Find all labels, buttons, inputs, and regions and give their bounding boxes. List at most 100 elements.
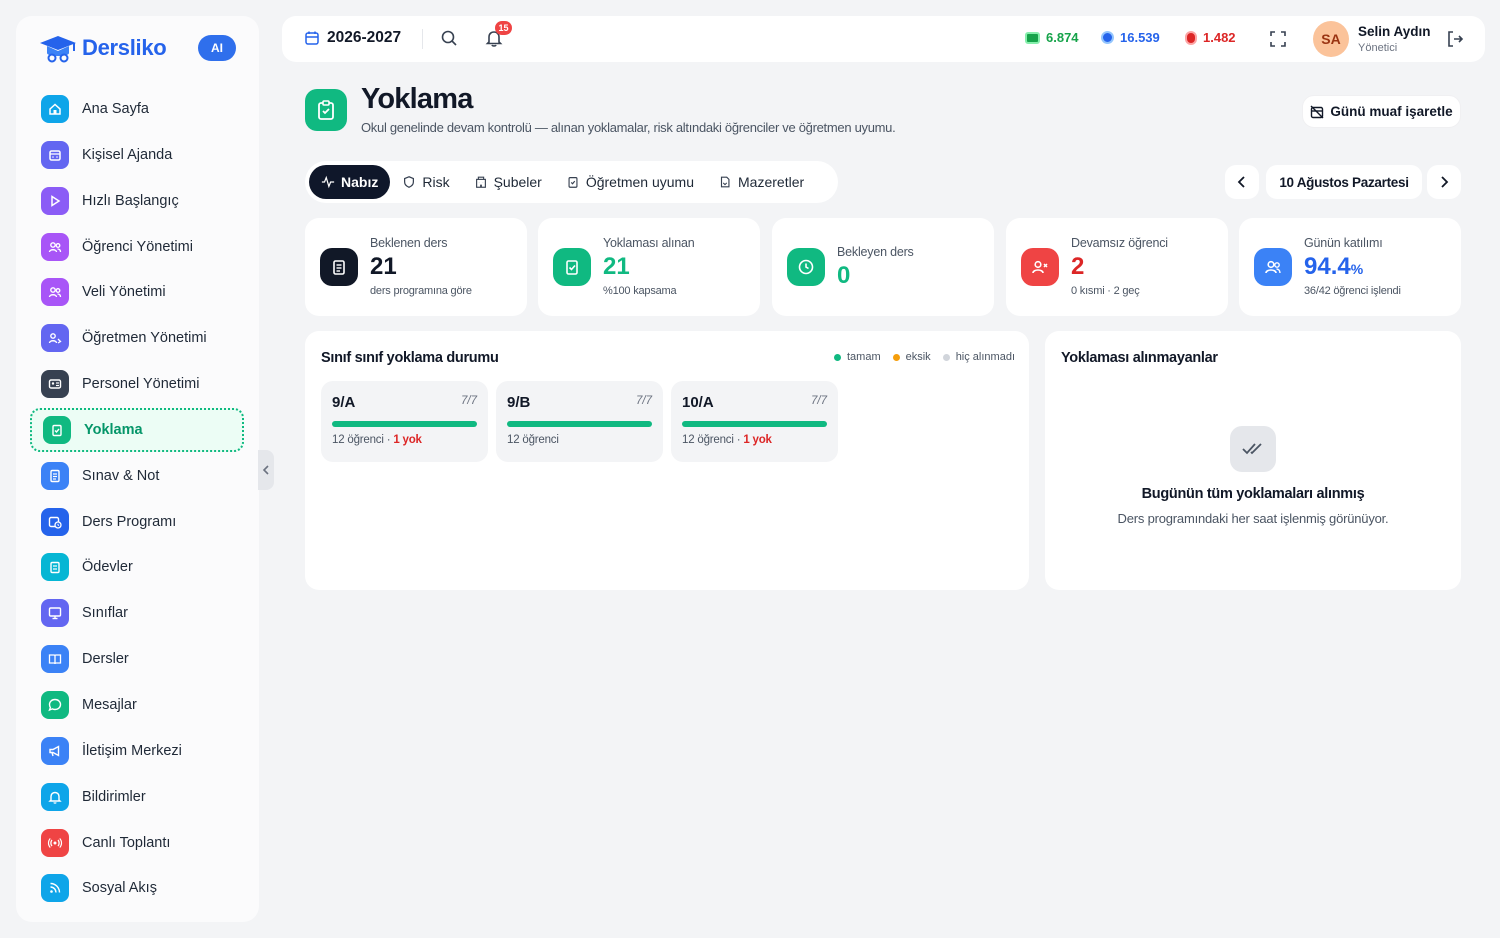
current-date-button[interactable]: 10 Ağustos Pazartesi — [1266, 165, 1422, 199]
kpi-card-1: Yoklaması alınan 21 %100 kapsama — [538, 218, 760, 316]
class-absent: 1 yok — [393, 434, 422, 446]
sidebar-item-label: Sosyal Akış — [82, 880, 157, 897]
class-name: 10/A — [682, 394, 714, 411]
sidebar-item-8[interactable]: Sınav & Not — [30, 454, 244, 498]
notification-count-badge: 15 — [495, 21, 512, 35]
class-absent: 1 yok — [743, 434, 772, 446]
sidebar-item-14[interactable]: İletişim Merkezi — [30, 729, 244, 773]
logo[interactable]: Dersliko — [38, 33, 167, 63]
tab-label: Şubeler — [493, 174, 542, 190]
sidebar-item-label: Yoklama — [84, 421, 143, 438]
tab-2[interactable]: Şubeler — [462, 165, 554, 199]
sidebar-item-label: Canlı Toplantı — [82, 834, 171, 851]
sidebar-item-10[interactable]: Ödevler — [30, 545, 244, 589]
sidebar-item-label: Mesajlar — [82, 696, 137, 713]
stat-gems[interactable]: 16.539 — [1098, 28, 1160, 47]
sidebar-item-label: Sınıflar — [82, 605, 128, 622]
tab-label: Risk — [422, 174, 450, 190]
kpi-number: 21 — [370, 253, 397, 280]
sidebar-item-16[interactable]: Canlı Toplantı — [30, 821, 244, 865]
kpi-number: 0 — [837, 262, 851, 289]
sidebar-item-7[interactable]: Yoklama — [30, 407, 244, 452]
previous-day-button[interactable] — [1225, 165, 1259, 199]
clipboard-check-icon — [318, 100, 334, 120]
sidebar: Dersliko AI Ana Sayfa Kişisel Ajanda Hızlı… — [16, 16, 259, 922]
stat-money[interactable]: 6.874 — [1025, 30, 1079, 45]
sidebar-item-12[interactable]: Dersler — [30, 637, 244, 681]
sidebar-collapse-handle[interactable] — [258, 450, 274, 490]
tab-0[interactable]: Nabız — [309, 165, 391, 199]
next-day-button[interactable] — [1427, 165, 1461, 199]
class-name: 9/A — [332, 394, 356, 411]
money-icon — [1025, 31, 1040, 44]
sidebar-item-0[interactable]: Ana Sayfa — [30, 87, 244, 131]
sidebar-item-9[interactable]: Ders Programı — [30, 500, 244, 544]
sidebar-item-label: Kişisel Ajanda — [82, 146, 173, 163]
class-card-1[interactable]: 9/B 7/7 12 öğrenci — [496, 381, 663, 462]
legend-item: eksik — [892, 351, 931, 363]
sidebar-item-5[interactable]: Öğretmen Yönetimi — [30, 316, 244, 360]
mark-day-exempt-button[interactable]: Günü muaf işaretle — [1302, 95, 1461, 128]
class-note: 12 öğrenci · 1 yok — [332, 434, 422, 446]
sidebar-item-6[interactable]: Personel Yönetimi — [30, 362, 244, 406]
rss-icon — [41, 874, 69, 903]
tab-4[interactable]: Mazeretler — [706, 165, 816, 199]
search-button[interactable] — [440, 29, 458, 52]
sidebar-item-2[interactable]: Hızlı Başlangıç — [30, 179, 244, 223]
kpi-card-4: Günün katılımı 94.4% 36/42 öğrenci işlendi — [1239, 218, 1461, 316]
fire-icon — [1185, 30, 1197, 45]
sidebar-item-15[interactable]: Bildirimler — [30, 775, 244, 819]
sidebar-item-1[interactable]: Kişisel Ajanda — [30, 133, 244, 177]
tab-label: Nabız — [341, 174, 379, 190]
kpi-label: Yoklaması alınan — [603, 236, 695, 250]
tab-label: Öğretmen uyumu — [585, 174, 695, 190]
logout-button[interactable] — [1445, 29, 1465, 54]
kpi-value: 94.4% — [1304, 253, 1363, 281]
tab-1[interactable]: Risk — [390, 165, 461, 199]
clipboard-icon — [566, 175, 580, 189]
sidebar-item-label: Bildirimler — [82, 788, 146, 805]
legend-dot — [892, 353, 900, 361]
sidebar-item-label: Öğretmen Yönetimi — [82, 330, 207, 347]
tab-bar: Nabız Risk Şubeler Öğretmen uyumu Mazeretler — [305, 161, 838, 203]
legend-dot — [834, 353, 841, 361]
megaphone-icon — [41, 736, 69, 765]
notifications-button[interactable]: 15 — [484, 21, 512, 53]
sidebar-item-11[interactable]: Sınıflar — [30, 591, 244, 635]
sidebar-item-label: Ana Sayfa — [82, 101, 149, 117]
play-icon — [41, 186, 69, 215]
sidebar-item-13[interactable]: Mesajlar — [30, 683, 244, 727]
page-title: Yoklama — [361, 83, 473, 115]
legend: tamam eksik hiç alınmadı — [834, 351, 1015, 363]
sidebar-item-label: Sınav & Not — [82, 467, 160, 484]
tab-3[interactable]: Öğretmen uyumu — [554, 165, 706, 199]
sidebar-item-label: Personel Yönetimi — [82, 376, 200, 393]
ai-button[interactable]: AI — [198, 35, 236, 61]
id-card-icon — [41, 370, 69, 399]
kpi-note: 0 kısmi · 2 geç — [1071, 285, 1140, 297]
academic-year-selector[interactable]: 2026-2027 — [304, 29, 401, 47]
class-card-2[interactable]: 10/A 7/7 12 öğrenci · 1 yok — [671, 381, 838, 462]
kpi-card-3: Devamsız öğrenci 2 0 kısmi · 2 geç — [1006, 218, 1228, 316]
clipboard-check-icon — [43, 415, 71, 444]
calendar-clock-icon — [41, 507, 69, 536]
kpi-value: 0 — [837, 262, 850, 290]
class-progress-bar — [332, 421, 477, 427]
kpi-card-2: Bekleyen ders 0 — [772, 218, 994, 316]
message-icon — [41, 690, 69, 719]
empty-state-title: Bugünün tüm yoklamaları alınmış — [1141, 486, 1365, 502]
sidebar-item-label: Ödevler — [82, 559, 133, 576]
sidebar-item-17[interactable]: Sosyal Akış — [30, 866, 244, 910]
gem-icon — [1098, 28, 1117, 47]
clipboard-check-icon — [553, 248, 591, 286]
kpi-note: %100 kapsama — [603, 285, 677, 297]
kpi-value: 21 — [370, 253, 397, 281]
class-students: 12 öğrenci — [682, 434, 734, 446]
fullscreen-button[interactable] — [1269, 30, 1287, 53]
sidebar-item-3[interactable]: Öğrenci Yönetimi — [30, 225, 244, 269]
avatar[interactable]: SA — [1313, 21, 1349, 57]
stat-streak[interactable]: 1.482 — [1185, 30, 1236, 45]
class-card-0[interactable]: 9/A 7/7 12 öğrenci · 1 yok — [321, 381, 488, 462]
kpi-value: 2 — [1071, 253, 1084, 281]
sidebar-item-4[interactable]: Veli Yönetimi — [30, 270, 244, 314]
